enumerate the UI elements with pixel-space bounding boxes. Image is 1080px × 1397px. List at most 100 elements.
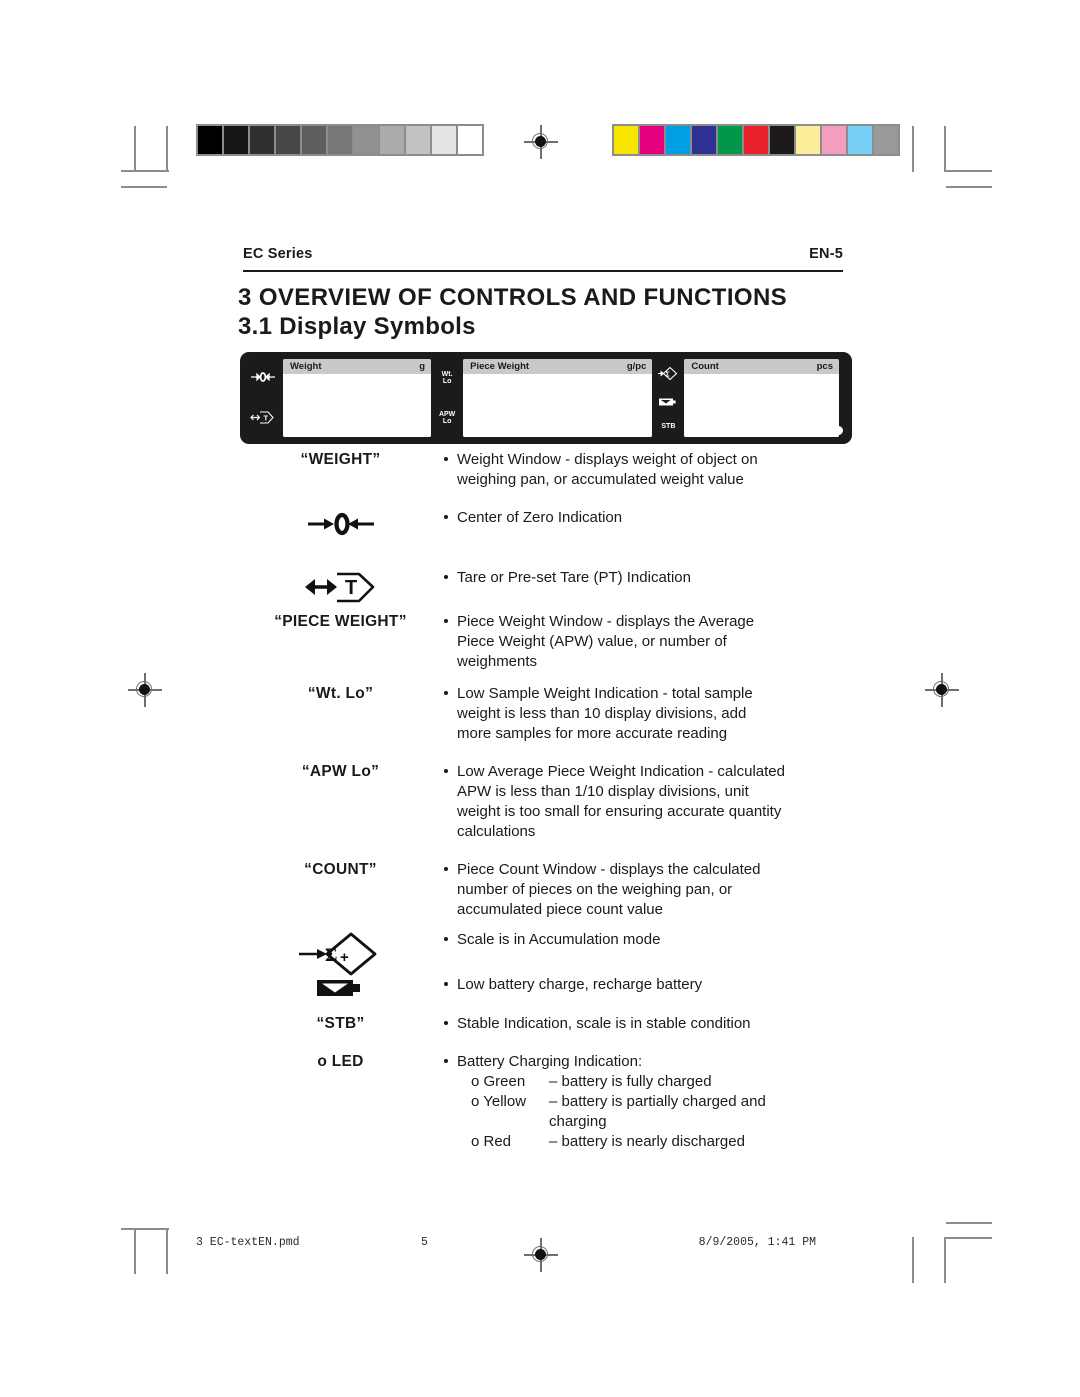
description-cell: Low battery charge, recharge battery (443, 975, 848, 995)
crop-mark-bottom-left-horizontal (121, 1228, 169, 1230)
description-line: Piece Count Window - displays the calcul… (457, 861, 761, 878)
running-head-series: EC Series (243, 246, 313, 262)
lcd-right-indicators: Σ STB (657, 358, 679, 438)
crop-mark-bottom-left-vertical (134, 1228, 136, 1274)
lcd-window-count: Count pcs (684, 359, 839, 437)
lcd-window-piece-weight-header: Piece Weight g/pc (463, 359, 653, 374)
crop-mark-bottom-right-horizontal (944, 1237, 992, 1239)
symbol-row: Σ + Scale is in Accumulation mode (238, 930, 848, 977)
footer-filename: 3 EC-textEN.pmd (196, 1236, 300, 1249)
lcd-led-dot (834, 426, 843, 435)
registration-target-left (128, 673, 162, 707)
bullet-icon (444, 1059, 448, 1063)
grayscale-patch (354, 126, 378, 154)
bullet-icon (444, 575, 448, 579)
description-line: weighing pan, or accumulated weight valu… (457, 471, 744, 488)
lcd-window-piece-weight-unit: g/pc (626, 361, 647, 372)
color-patch (744, 126, 768, 154)
led-color-label: o Yellow (471, 1093, 527, 1110)
color-patch (640, 126, 664, 154)
symbol-cell: “STB” (316, 1015, 365, 1032)
lcd-window-weight-body (283, 374, 432, 437)
description-line: Piece Weight (APW) value, or number of (457, 633, 727, 650)
bullet-icon (444, 867, 448, 871)
description-line: Low battery charge, recharge battery (457, 976, 703, 993)
symbol-cell (238, 508, 443, 539)
symbol-row: “PIECE WEIGHT” Piece Weight Window - disp… (238, 612, 848, 672)
lcd-window-piece-weight: Piece Weight g/pc (463, 359, 653, 437)
page-subtitle: 3.1 Display Symbols (238, 313, 476, 340)
symbol-cell: T (238, 568, 443, 605)
bullet-icon (444, 769, 448, 773)
crop-mark-bottom-right-inner (912, 1237, 914, 1283)
symbol-row: “COUNT” Piece Count Window - displays the… (238, 860, 848, 920)
description-cell: Stable Indication, scale is in stable co… (443, 1014, 848, 1034)
symbol-row: “STB” Stable Indication, scale is in stab… (238, 1014, 848, 1034)
battery-indicator-icon (659, 398, 676, 406)
bullet-icon (444, 1021, 448, 1025)
page-title: 3 OVERVIEW OF CONTROLS AND FUNCTIONS (238, 284, 788, 311)
registration-target-right (925, 673, 959, 707)
description-line: calculations (457, 823, 536, 840)
lcd-window-weight: Weight g (283, 359, 432, 437)
footer-page-number: 5 (421, 1236, 428, 1249)
crop-mark-top-left-inner (166, 126, 168, 172)
lcd-window-count-label: Count (691, 361, 719, 372)
led-color-list: o Green – battery is fully charged o Yello… (457, 1072, 848, 1152)
led-list-item: o Red – battery is nearly discharged (457, 1132, 848, 1152)
crop-mark-bottom-right-rule (946, 1222, 992, 1224)
symbol-row: “APW Lo” Low Average Piece Weight Indicat… (238, 762, 848, 842)
description-line: Weight Window - displays weight of objec… (457, 451, 758, 468)
symbol-row: “Wt. Lo” Low Sample Weight Indication - t… (238, 684, 848, 744)
svg-text:T: T (345, 577, 358, 599)
color-patch (666, 126, 690, 154)
symbol-row: Low battery charge, recharge battery (238, 975, 848, 1000)
description-cell: Weight Window - displays weight of objec… (443, 450, 848, 490)
description-line: Piece Weight Window - displays the Avera… (457, 613, 755, 630)
running-head: EC Series EN-5 (243, 246, 843, 262)
lcd-display-illustration: T Weight g Wt. Lo APW Lo Piece Weight g/… (240, 352, 852, 444)
color-patch (874, 126, 898, 154)
grayscale-patch (432, 126, 456, 154)
wt-lo-indicator: Wt. Lo (441, 370, 453, 385)
lcd-window-weight-header: Weight g (283, 359, 432, 374)
grayscale-patch (224, 126, 248, 154)
running-head-page-code: EN-5 (809, 246, 843, 262)
lcd-window-count-header: Count pcs (684, 359, 839, 374)
description-cell: Low Average Piece Weight Indication - ca… (443, 762, 848, 842)
description-line: number of pieces on the weighing pan, or (457, 881, 733, 898)
symbol-row: T Tare or Pre-set Tare (PT) Indication (238, 568, 848, 605)
zero-symbol-icon (307, 512, 374, 536)
color-patch (796, 126, 820, 154)
battery-symbol-icon (316, 980, 360, 996)
color-calibration-strip (612, 124, 900, 156)
description-cell: Center of Zero Indication (443, 508, 848, 528)
description-line: accumulated piece count value (457, 901, 663, 918)
led-heading: Battery Charging Indication: (457, 1053, 643, 1070)
grayscale-patch (198, 126, 222, 154)
led-color-label: o Green (471, 1073, 526, 1090)
symbol-cell (238, 975, 443, 1000)
led-list-item: o Green – battery is fully charged (457, 1072, 848, 1092)
bullet-icon (444, 515, 448, 519)
description-cell: Scale is in Accumulation mode (443, 930, 848, 950)
lcd-window-weight-unit: g (419, 361, 426, 372)
led-color-label: o Red (471, 1133, 512, 1150)
grayscale-patch (380, 126, 404, 154)
description-line: weighments (457, 653, 538, 670)
print-footer: 3 EC-textEN.pmd 5 8/9/2005, 1:41 PM (196, 1236, 816, 1249)
color-patch (848, 126, 872, 154)
svg-text:+: + (340, 949, 349, 966)
lcd-window-count-body (684, 374, 839, 437)
header-divider (243, 270, 843, 273)
grayscale-calibration-strip (196, 124, 484, 156)
lcd-window-piece-weight-body (463, 374, 653, 437)
crop-mark-top-right-rule (946, 186, 992, 188)
crop-mark-top-right-horizontal (944, 170, 992, 172)
crop-mark-top-right-inner (912, 126, 914, 172)
grayscale-patch (302, 126, 326, 154)
accumulation-symbol-icon: Σ + (298, 932, 376, 976)
color-patch (692, 126, 716, 154)
color-patch (718, 126, 742, 154)
svg-text:Σ: Σ (666, 371, 670, 378)
